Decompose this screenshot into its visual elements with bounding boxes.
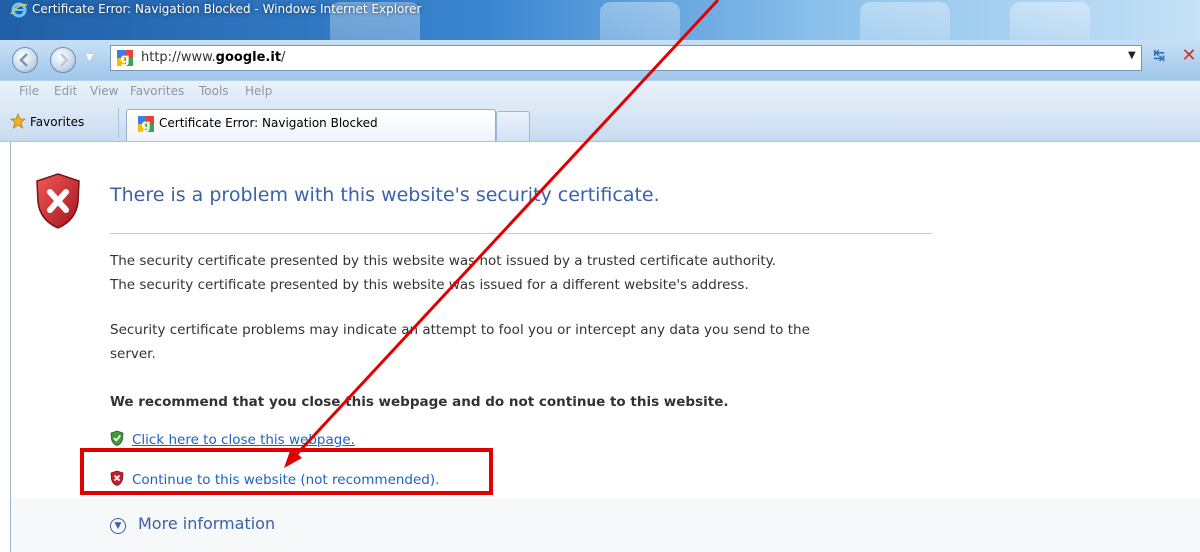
shield-x-icon bbox=[36, 173, 80, 229]
new-tab-button[interactable] bbox=[496, 111, 530, 141]
arrow-left-icon bbox=[19, 53, 28, 67]
warning-text-line-2: server. bbox=[110, 346, 156, 362]
recommendation-text: We recommend that you close this webpage… bbox=[110, 394, 729, 410]
more-information-toggle[interactable]: ▼ More information bbox=[110, 514, 275, 534]
more-information-label: More information bbox=[138, 514, 276, 533]
menu-tools[interactable]: Tools bbox=[199, 84, 229, 98]
internet-explorer-icon bbox=[10, 2, 28, 18]
close-webpage-link[interactable]: Click here to close this webpage. bbox=[132, 432, 355, 448]
close-webpage-row: Click here to close this webpage. bbox=[110, 430, 355, 448]
toolbar-divider bbox=[118, 108, 119, 138]
favorites-button[interactable]: Favorites bbox=[30, 115, 84, 129]
warning-text-line-1: Security certificate problems may indica… bbox=[110, 322, 810, 338]
back-button[interactable] bbox=[12, 47, 38, 73]
menu-edit[interactable]: Edit bbox=[54, 84, 77, 98]
divider bbox=[110, 233, 932, 234]
tab-label: Certificate Error: Navigation Blocked bbox=[159, 116, 378, 130]
menu-help[interactable]: Help bbox=[245, 84, 272, 98]
history-dropdown-icon[interactable]: ▼ bbox=[86, 53, 93, 63]
arrow-right-icon bbox=[60, 53, 69, 67]
address-bar[interactable]: g http://www.google.it/ bbox=[110, 45, 1142, 71]
menu-file[interactable]: File bbox=[19, 84, 39, 98]
google-favicon-icon: g bbox=[138, 116, 154, 132]
shield-check-icon bbox=[110, 430, 124, 446]
menu-favorites[interactable]: Favorites bbox=[130, 84, 184, 98]
issue-not-trusted: The security certificate presented by th… bbox=[110, 253, 777, 269]
forward-button[interactable] bbox=[50, 47, 76, 73]
address-dropdown-icon[interactable]: ▼ bbox=[1128, 50, 1136, 61]
highlight-box bbox=[80, 448, 493, 495]
menu-view[interactable]: View bbox=[90, 84, 118, 98]
stop-icon[interactable]: ✕ bbox=[1178, 44, 1200, 68]
svg-text:g: g bbox=[120, 52, 129, 66]
address-url[interactable]: http://www.google.it/ bbox=[141, 50, 285, 65]
issue-wrong-address: The security certificate presented by th… bbox=[110, 277, 749, 293]
google-favicon-icon: g bbox=[117, 50, 133, 66]
svg-text:g: g bbox=[141, 118, 150, 132]
window-title: Certificate Error: Navigation Blocked - … bbox=[32, 2, 422, 16]
star-icon bbox=[10, 113, 26, 129]
chevron-down-circle-icon: ▼ bbox=[110, 518, 126, 534]
page-title: There is a problem with this website's s… bbox=[110, 184, 660, 206]
refresh-icon[interactable]: ↹ bbox=[1147, 44, 1171, 68]
